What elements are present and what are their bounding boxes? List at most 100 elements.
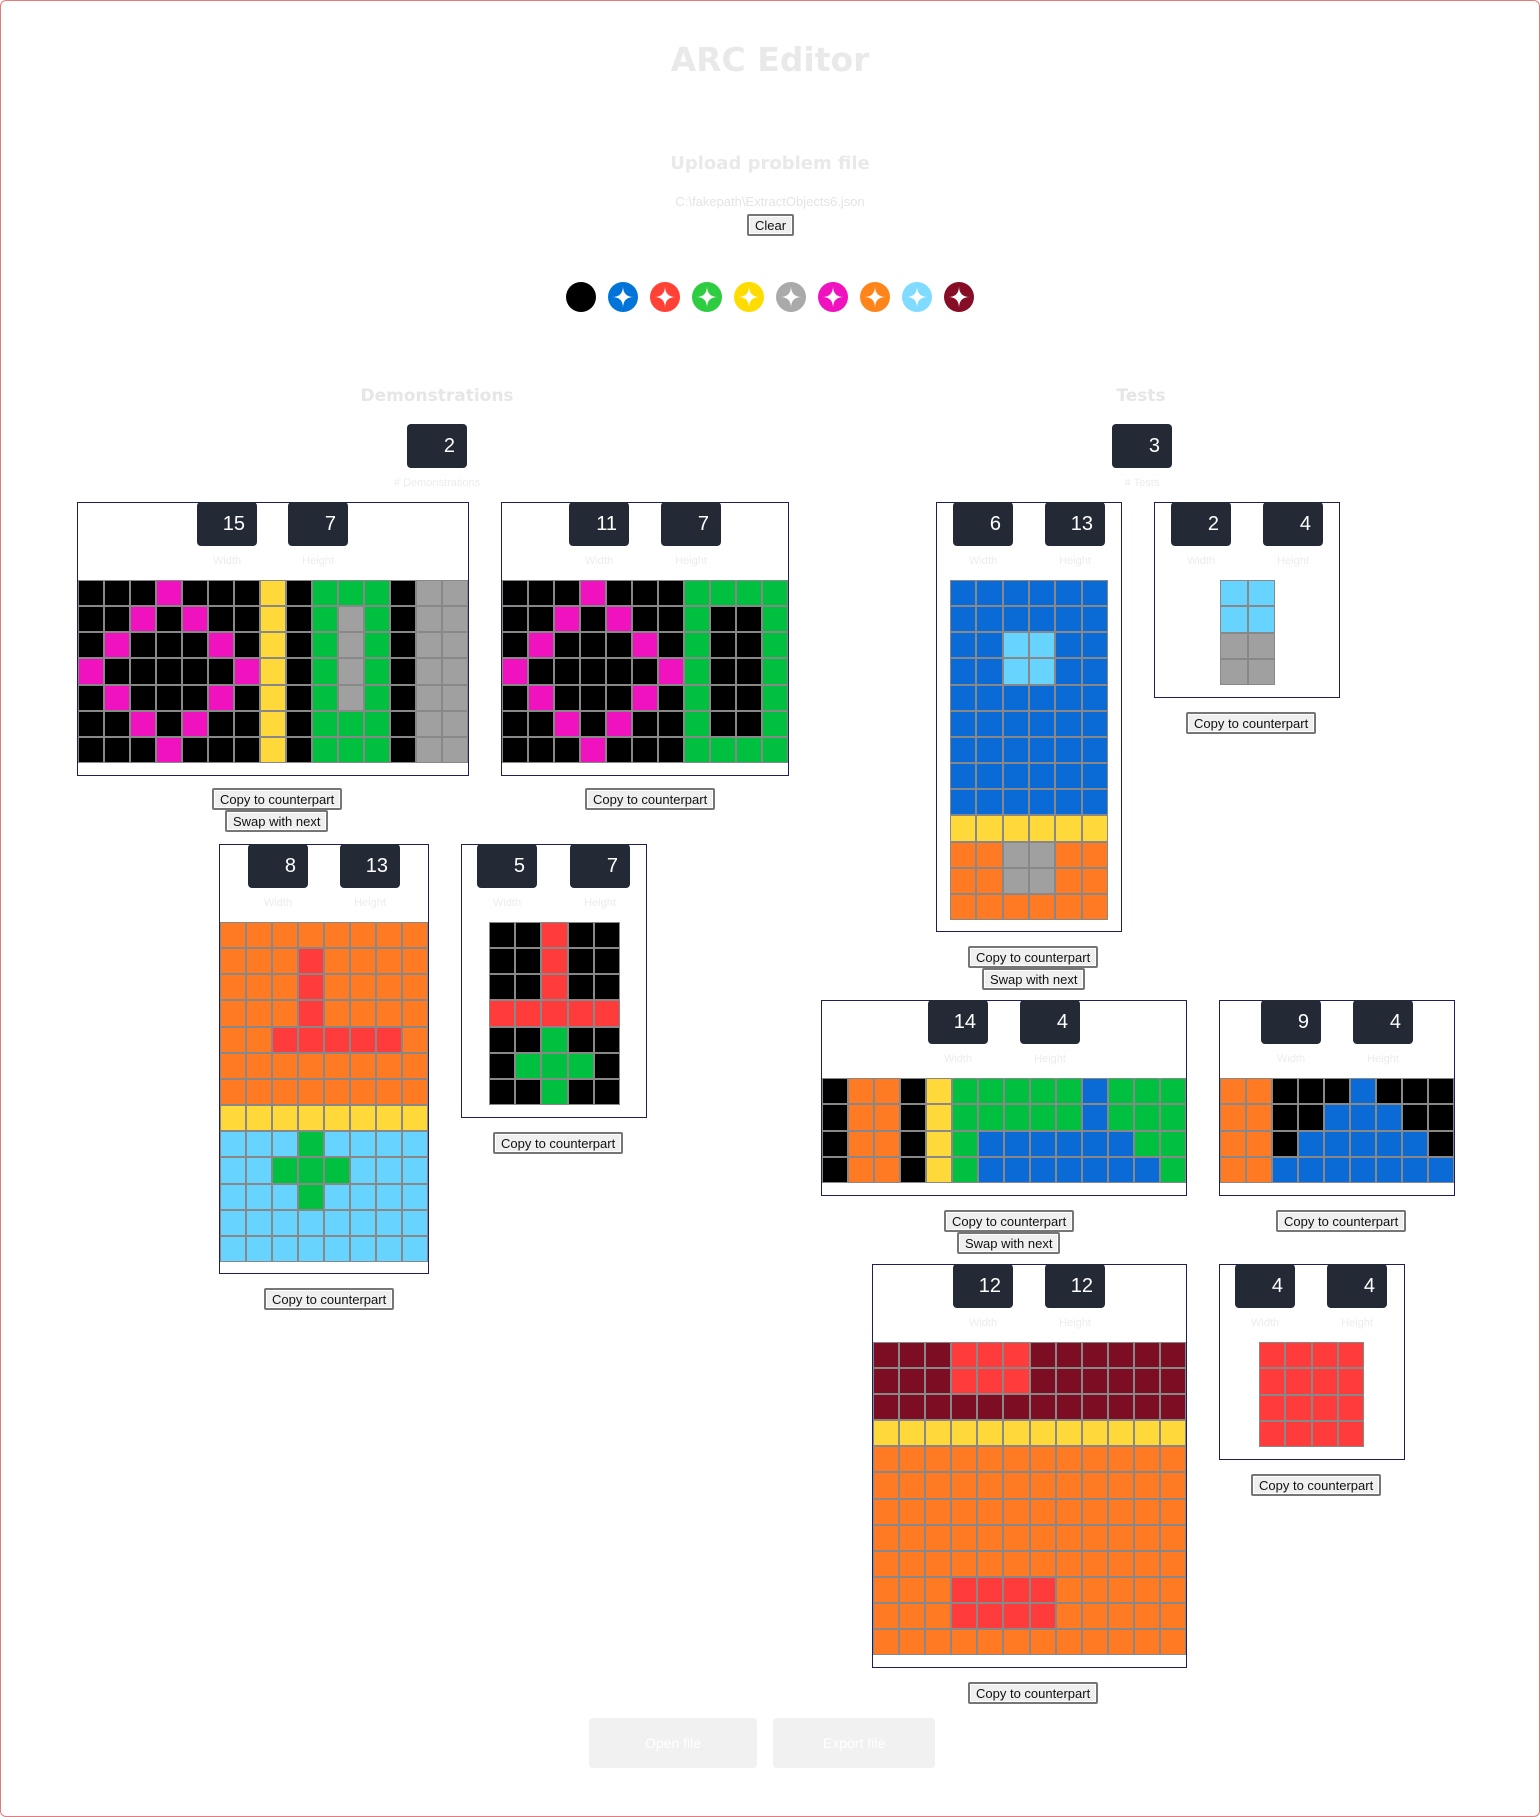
grid-cell[interactable] [874, 1629, 899, 1654]
grid-cell[interactable] [953, 1079, 977, 1104]
grid-cell[interactable] [1299, 1131, 1323, 1156]
grid-cell[interactable] [1109, 1105, 1133, 1130]
grid-cell[interactable] [79, 685, 103, 710]
grid-cell[interactable] [555, 711, 579, 736]
grid-cell[interactable] [235, 685, 259, 710]
grid-cell[interactable] [1108, 1369, 1133, 1394]
grid-cell[interactable] [1160, 1369, 1185, 1394]
grid-cell[interactable] [1056, 868, 1081, 893]
grid-cell[interactable] [1108, 1499, 1133, 1524]
grid-cell[interactable] [737, 633, 761, 658]
grid-cell[interactable] [977, 868, 1002, 893]
grid-cell[interactable] [901, 1131, 925, 1156]
palette-color-5[interactable] [776, 282, 806, 312]
grid-cell[interactable] [977, 685, 1002, 710]
grid-cell[interactable] [377, 975, 401, 1000]
grid-cell[interactable] [900, 1421, 925, 1446]
grid-cell[interactable] [763, 581, 787, 606]
clear-button[interactable]: Clear [747, 214, 795, 236]
grid-cell[interactable] [79, 607, 103, 632]
grid-cell[interactable] [952, 1629, 977, 1654]
grid-cell[interactable] [247, 1210, 271, 1235]
grid-cell[interactable] [900, 1629, 925, 1654]
demo2-in-copy-button[interactable]: Copy to counterpart [264, 1288, 395, 1310]
grid-cell[interactable] [131, 737, 155, 762]
test2-out-height-input[interactable]: 4 [1353, 1000, 1413, 1044]
grid-cell[interactable] [273, 1001, 297, 1026]
grid-cell[interactable] [1108, 1551, 1133, 1576]
grid-cell[interactable] [183, 685, 207, 710]
grid-cell[interactable] [952, 1447, 977, 1472]
grid-cell[interactable] [1082, 1473, 1107, 1498]
grid-cell[interactable] [951, 842, 976, 867]
test3-out-copy-button[interactable]: Copy to counterpart [1251, 1474, 1382, 1496]
grid-cell[interactable] [339, 659, 363, 684]
grid-cell[interactable] [926, 1369, 951, 1394]
grid-cell[interactable] [1056, 607, 1081, 632]
grid-cell[interactable] [273, 1079, 297, 1105]
grid-cell[interactable] [79, 633, 103, 658]
grid-cell[interactable] [247, 1184, 271, 1209]
grid-cell[interactable] [325, 975, 349, 1000]
grid-cell[interactable] [568, 923, 593, 948]
grid-cell[interactable] [1160, 1343, 1185, 1368]
grid-cell[interactable] [1030, 1629, 1055, 1654]
grid-cell[interactable] [1312, 1343, 1337, 1368]
grid-cell[interactable] [235, 659, 259, 684]
grid-cell[interactable] [926, 1603, 951, 1628]
grid-cell[interactable] [1056, 1629, 1081, 1654]
demo2-out-copy-button[interactable]: Copy to counterpart [493, 1132, 624, 1154]
grid-cell[interactable] [874, 1525, 899, 1550]
grid-cell[interactable] [594, 923, 619, 948]
grid-cell[interactable] [1273, 1131, 1297, 1156]
grid-cell[interactable] [443, 737, 467, 762]
grid-cell[interactable] [273, 949, 297, 974]
grid-cell[interactable] [737, 581, 761, 606]
grid-cell[interactable] [1312, 1395, 1337, 1420]
grid-cell[interactable] [287, 737, 311, 762]
grid-cell[interactable] [391, 607, 415, 632]
grid-cell[interactable] [1377, 1157, 1401, 1182]
grid-cell[interactable] [1030, 1577, 1055, 1602]
grid-cell[interactable] [1108, 1577, 1133, 1602]
grid-cell[interactable] [287, 685, 311, 710]
grid-cell[interactable] [1286, 1369, 1311, 1394]
grid-cell[interactable] [977, 790, 1002, 815]
grid-cell[interactable] [313, 711, 337, 736]
grid-cell[interactable] [209, 685, 233, 710]
grid-cell[interactable] [685, 659, 709, 684]
grid-cell[interactable] [952, 1525, 977, 1550]
grid-cell[interactable] [1160, 1603, 1185, 1628]
grid-cell[interactable] [1056, 1499, 1081, 1524]
grid-cell[interactable] [568, 1027, 593, 1052]
grid-cell[interactable] [926, 1499, 951, 1524]
grid-cell[interactable] [377, 1132, 401, 1157]
grid-cell[interactable] [403, 1106, 427, 1131]
grid-cell[interactable] [951, 633, 976, 658]
grid-cell[interactable] [633, 633, 657, 658]
grid-cell[interactable] [951, 659, 976, 684]
grid-cell[interactable] [1273, 1105, 1297, 1130]
demo1-in-copy-button[interactable]: Copy to counterpart [212, 788, 343, 810]
grid-cell[interactable] [287, 659, 311, 684]
grid-cell[interactable] [339, 685, 363, 710]
demo1-out-copy-button[interactable]: Copy to counterpart [585, 788, 716, 810]
grid-cell[interactable] [581, 659, 605, 684]
grid-cell[interactable] [1135, 1079, 1159, 1104]
grid-cell[interactable] [247, 1053, 271, 1078]
grid-cell[interactable] [900, 1603, 925, 1628]
grid-cell[interactable] [581, 607, 605, 632]
grid-cell[interactable] [874, 1395, 899, 1420]
grid-cell[interactable] [325, 1079, 349, 1105]
grid-cell[interactable] [1108, 1421, 1133, 1446]
grid-cell[interactable] [1338, 1395, 1363, 1420]
grid-cell[interactable] [1260, 1421, 1285, 1446]
grid-cell[interactable] [685, 737, 709, 762]
grid-cell[interactable] [209, 633, 233, 658]
grid-cell[interactable] [1082, 685, 1107, 710]
grid-cell[interactable] [157, 633, 181, 658]
grid-cell[interactable] [1056, 790, 1081, 815]
grid-cell[interactable] [659, 711, 683, 736]
grid-cell[interactable] [1221, 581, 1247, 606]
grid-cell[interactable] [351, 923, 375, 948]
